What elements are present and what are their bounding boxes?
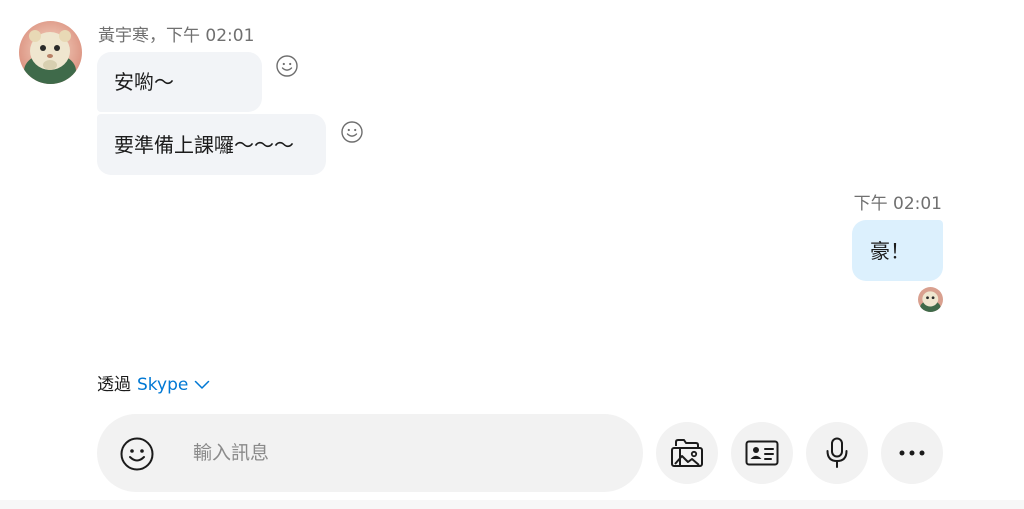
incoming-timestamp: 下午 02:01 (166, 26, 255, 46)
chevron-down-icon (195, 380, 210, 389)
incoming-message-bubble[interactable]: 要準備上課囉～～～ (97, 114, 326, 175)
image-gallery-icon (671, 439, 703, 467)
more-options-button[interactable] (881, 422, 943, 484)
meta-separator: ， (149, 26, 166, 46)
microphone-icon (826, 437, 848, 468)
outgoing-timestamp: 下午 02:01 (853, 194, 942, 214)
incoming-message-bubble[interactable]: 安喲～ (97, 52, 262, 112)
message-text: 要準備上課囉～～～ (114, 132, 294, 157)
sender-name[interactable]: 黃宇寒 (98, 26, 149, 46)
hamster-avatar-image (918, 287, 943, 312)
bottom-divider (0, 500, 1024, 509)
emoji-icon (120, 437, 154, 471)
more-options-icon (899, 450, 925, 456)
outgoing-message-bubble[interactable]: 豪！ (852, 220, 943, 281)
contact-card-icon (745, 440, 779, 466)
emoji-button[interactable] (117, 434, 157, 474)
sender-avatar[interactable] (19, 21, 82, 84)
send-via-selector: 透過 Skype (97, 374, 210, 396)
message-text: 安喲～ (114, 70, 174, 94)
voice-message-button[interactable] (806, 422, 868, 484)
via-service-label: Skype (137, 375, 189, 395)
message-composer (97, 414, 643, 492)
share-contact-button[interactable] (731, 422, 793, 484)
smiley-react-icon[interactable] (340, 120, 364, 144)
sender-meta: 黃宇寒，下午 02:01 (98, 25, 254, 47)
add-media-button[interactable] (656, 422, 718, 484)
hamster-avatar-image (19, 21, 82, 84)
message-input[interactable] (193, 436, 613, 470)
via-service-dropdown[interactable]: Skype (137, 374, 210, 396)
smiley-react-icon[interactable] (275, 54, 299, 78)
read-receipt-avatar (918, 287, 943, 312)
via-prefix: 透過 (97, 375, 131, 395)
message-text: 豪！ (870, 238, 910, 263)
